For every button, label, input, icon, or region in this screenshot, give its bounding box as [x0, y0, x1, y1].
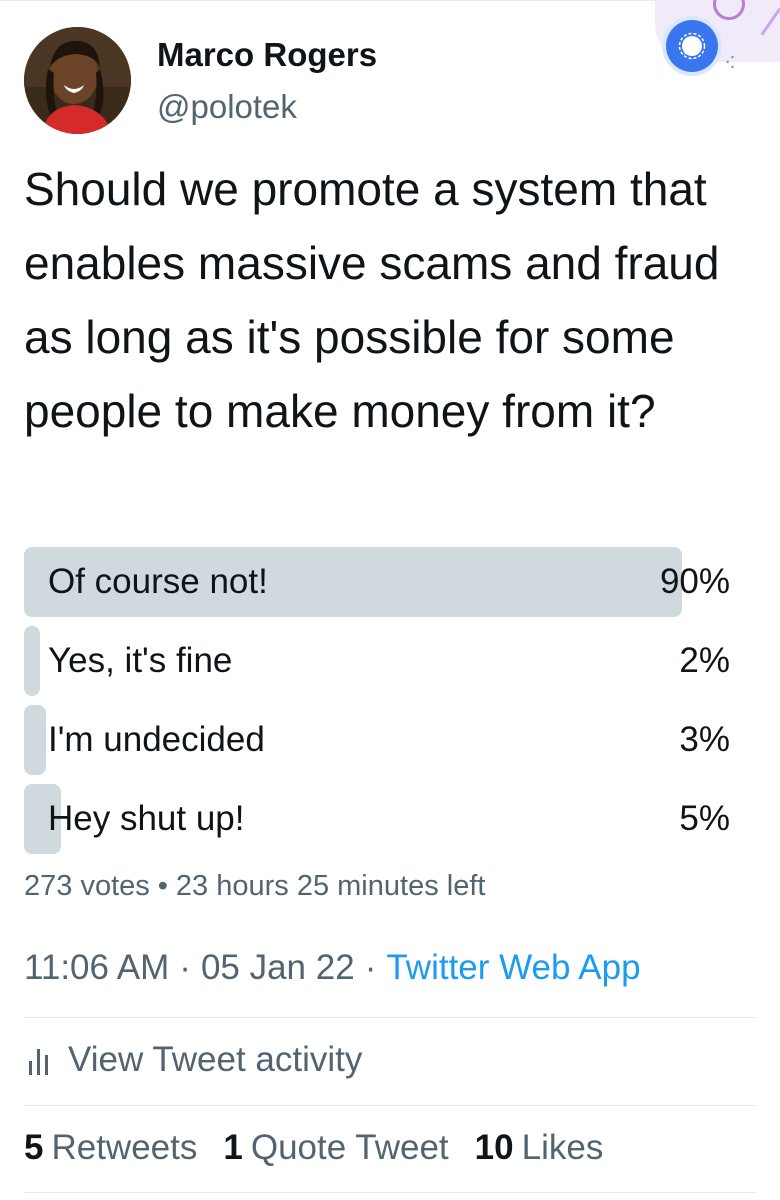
- tweet-time[interactable]: 11:06 AM: [24, 948, 169, 987]
- poll-option-percent: 2%: [679, 641, 730, 680]
- poll-option: Hey shut up! 5%: [24, 784, 730, 854]
- poll-option-percent: 90%: [659, 562, 730, 601]
- poll-option: I'm undecided 3%: [24, 705, 730, 775]
- view-tweet-activity-label: View Tweet activity: [68, 1040, 363, 1079]
- likes-count: 10: [474, 1128, 514, 1167]
- poll-time-left: 23 hours 25 minutes left: [175, 870, 486, 902]
- poll-option-label: I'm undecided: [48, 720, 265, 759]
- poll-option-percent: 3%: [679, 720, 730, 759]
- bar-chart-icon: [29, 1049, 48, 1075]
- tweet-text: Should we promote a system that enables …: [24, 163, 720, 437]
- poll-option-label: Yes, it's fine: [48, 641, 233, 680]
- view-tweet-activity-link[interactable]: View Tweet activity: [24, 1040, 362, 1080]
- retweets-count: 5: [24, 1128, 44, 1167]
- tweet-date[interactable]: 05 Jan 22: [201, 948, 355, 987]
- tweet-timestamp: 11:06 AM · 05 Jan 22 · Twitter Web App: [24, 948, 641, 988]
- more-options-icon[interactable]: ·:: [724, 48, 736, 74]
- divider: [24, 1105, 756, 1106]
- avatar-photo: [24, 27, 131, 134]
- widget-stem: [760, 7, 780, 36]
- likes-stat[interactable]: 10 Likes: [475, 1128, 604, 1167]
- poll-option-label: Hey shut up!: [48, 799, 245, 838]
- author-display-name[interactable]: Marco Rogers: [157, 36, 377, 74]
- quote-tweets-stat[interactable]: 1 Quote Tweet: [223, 1128, 448, 1167]
- poll-option: Of course not! 90%: [24, 547, 730, 617]
- poll-votes: 273 votes: [24, 870, 150, 902]
- signal-chat-icon[interactable]: [666, 20, 718, 72]
- tweet-stats: 5 Retweets 1 Quote Tweet 10 Likes: [24, 1128, 629, 1168]
- chat-bubble-icon: [678, 32, 706, 60]
- author-handle[interactable]: @polotek: [157, 88, 297, 126]
- divider: [24, 1017, 756, 1018]
- quote-tweets-label: Quote Tweet: [250, 1128, 449, 1167]
- quote-tweets-count: 1: [223, 1128, 243, 1167]
- poll: Of course not! 90% Yes, it's fine 2% I'm…: [24, 547, 730, 863]
- timestamp-separator: ·: [364, 948, 377, 987]
- poll-bar: [24, 626, 40, 696]
- tweet-source-link[interactable]: Twitter Web App: [386, 948, 640, 987]
- likes-label: Likes: [521, 1128, 604, 1167]
- divider: [24, 1192, 756, 1193]
- poll-meta-separator: •: [157, 870, 168, 902]
- retweets-stat[interactable]: 5 Retweets: [24, 1128, 197, 1167]
- poll-option: Yes, it's fine 2%: [24, 626, 730, 696]
- poll-meta: 273 votes • 23 hours 25 minutes left: [24, 870, 485, 903]
- poll-option-percent: 5%: [679, 799, 730, 838]
- widget-handle: [713, 0, 745, 20]
- poll-bar: [24, 705, 46, 775]
- timestamp-separator: ·: [179, 948, 191, 987]
- retweets-label: Retweets: [51, 1128, 198, 1167]
- poll-option-label: Of course not!: [48, 562, 268, 601]
- avatar[interactable]: [24, 27, 131, 134]
